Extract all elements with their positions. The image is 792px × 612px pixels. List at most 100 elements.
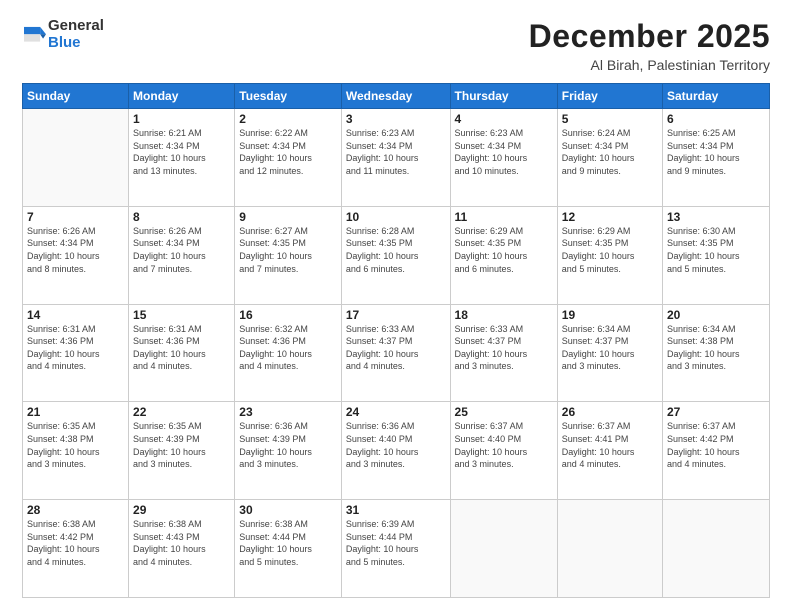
day-info: Sunrise: 6:30 AM Sunset: 4:35 PM Dayligh… bbox=[667, 225, 765, 275]
day-info: Sunrise: 6:25 AM Sunset: 4:34 PM Dayligh… bbox=[667, 127, 765, 177]
calendar-cell: 21Sunrise: 6:35 AM Sunset: 4:38 PM Dayli… bbox=[23, 402, 129, 500]
calendar-cell bbox=[663, 500, 770, 598]
calendar-cell: 18Sunrise: 6:33 AM Sunset: 4:37 PM Dayli… bbox=[450, 304, 557, 402]
day-info: Sunrise: 6:36 AM Sunset: 4:39 PM Dayligh… bbox=[239, 420, 337, 470]
week-row-3: 14Sunrise: 6:31 AM Sunset: 4:36 PM Dayli… bbox=[23, 304, 770, 402]
calendar-cell: 10Sunrise: 6:28 AM Sunset: 4:35 PM Dayli… bbox=[341, 206, 450, 304]
calendar-cell: 31Sunrise: 6:39 AM Sunset: 4:44 PM Dayli… bbox=[341, 500, 450, 598]
calendar-location: Al Birah, Palestinian Territory bbox=[529, 57, 770, 73]
day-info: Sunrise: 6:24 AM Sunset: 4:34 PM Dayligh… bbox=[562, 127, 658, 177]
calendar-cell: 19Sunrise: 6:34 AM Sunset: 4:37 PM Dayli… bbox=[557, 304, 662, 402]
day-number: 17 bbox=[346, 308, 446, 322]
calendar-cell: 9Sunrise: 6:27 AM Sunset: 4:35 PM Daylig… bbox=[235, 206, 342, 304]
title-block: December 2025 Al Birah, Palestinian Terr… bbox=[529, 18, 770, 73]
day-info: Sunrise: 6:28 AM Sunset: 4:35 PM Dayligh… bbox=[346, 225, 446, 275]
calendar-cell: 3Sunrise: 6:23 AM Sunset: 4:34 PM Daylig… bbox=[341, 109, 450, 207]
day-number: 22 bbox=[133, 405, 230, 419]
day-info: Sunrise: 6:33 AM Sunset: 4:37 PM Dayligh… bbox=[346, 323, 446, 373]
day-info: Sunrise: 6:38 AM Sunset: 4:44 PM Dayligh… bbox=[239, 518, 337, 568]
day-info: Sunrise: 6:21 AM Sunset: 4:34 PM Dayligh… bbox=[133, 127, 230, 177]
day-number: 18 bbox=[455, 308, 553, 322]
calendar-cell: 14Sunrise: 6:31 AM Sunset: 4:36 PM Dayli… bbox=[23, 304, 129, 402]
calendar-cell: 13Sunrise: 6:30 AM Sunset: 4:35 PM Dayli… bbox=[663, 206, 770, 304]
calendar-cell bbox=[450, 500, 557, 598]
day-info: Sunrise: 6:33 AM Sunset: 4:37 PM Dayligh… bbox=[455, 323, 553, 373]
day-number: 16 bbox=[239, 308, 337, 322]
day-number: 28 bbox=[27, 503, 124, 517]
calendar-cell: 11Sunrise: 6:29 AM Sunset: 4:35 PM Dayli… bbox=[450, 206, 557, 304]
logo-blue-text: Blue bbox=[48, 34, 81, 51]
week-row-2: 7Sunrise: 6:26 AM Sunset: 4:34 PM Daylig… bbox=[23, 206, 770, 304]
day-info: Sunrise: 6:37 AM Sunset: 4:41 PM Dayligh… bbox=[562, 420, 658, 470]
day-info: Sunrise: 6:23 AM Sunset: 4:34 PM Dayligh… bbox=[455, 127, 553, 177]
week-row-1: 1Sunrise: 6:21 AM Sunset: 4:34 PM Daylig… bbox=[23, 109, 770, 207]
day-number: 1 bbox=[133, 112, 230, 126]
calendar-cell: 23Sunrise: 6:36 AM Sunset: 4:39 PM Dayli… bbox=[235, 402, 342, 500]
header-friday: Friday bbox=[557, 84, 662, 109]
logo-icon bbox=[24, 24, 46, 46]
day-number: 6 bbox=[667, 112, 765, 126]
day-info: Sunrise: 6:29 AM Sunset: 4:35 PM Dayligh… bbox=[562, 225, 658, 275]
calendar-cell: 24Sunrise: 6:36 AM Sunset: 4:40 PM Dayli… bbox=[341, 402, 450, 500]
day-info: Sunrise: 6:26 AM Sunset: 4:34 PM Dayligh… bbox=[27, 225, 124, 275]
week-row-5: 28Sunrise: 6:38 AM Sunset: 4:42 PM Dayli… bbox=[23, 500, 770, 598]
day-info: Sunrise: 6:26 AM Sunset: 4:34 PM Dayligh… bbox=[133, 225, 230, 275]
day-number: 21 bbox=[27, 405, 124, 419]
day-number: 14 bbox=[27, 308, 124, 322]
calendar-table: Sunday Monday Tuesday Wednesday Thursday… bbox=[22, 83, 770, 598]
calendar-cell: 30Sunrise: 6:38 AM Sunset: 4:44 PM Dayli… bbox=[235, 500, 342, 598]
calendar-cell: 22Sunrise: 6:35 AM Sunset: 4:39 PM Dayli… bbox=[129, 402, 235, 500]
day-info: Sunrise: 6:39 AM Sunset: 4:44 PM Dayligh… bbox=[346, 518, 446, 568]
calendar-cell: 16Sunrise: 6:32 AM Sunset: 4:36 PM Dayli… bbox=[235, 304, 342, 402]
day-info: Sunrise: 6:32 AM Sunset: 4:36 PM Dayligh… bbox=[239, 323, 337, 373]
day-info: Sunrise: 6:29 AM Sunset: 4:35 PM Dayligh… bbox=[455, 225, 553, 275]
day-info: Sunrise: 6:31 AM Sunset: 4:36 PM Dayligh… bbox=[27, 323, 124, 373]
calendar-cell: 7Sunrise: 6:26 AM Sunset: 4:34 PM Daylig… bbox=[23, 206, 129, 304]
day-number: 5 bbox=[562, 112, 658, 126]
header-sunday: Sunday bbox=[23, 84, 129, 109]
calendar-cell: 20Sunrise: 6:34 AM Sunset: 4:38 PM Dayli… bbox=[663, 304, 770, 402]
logo-general-text: General bbox=[48, 17, 104, 34]
day-info: Sunrise: 6:38 AM Sunset: 4:42 PM Dayligh… bbox=[27, 518, 124, 568]
header-wednesday: Wednesday bbox=[341, 84, 450, 109]
day-number: 26 bbox=[562, 405, 658, 419]
calendar-cell: 28Sunrise: 6:38 AM Sunset: 4:42 PM Dayli… bbox=[23, 500, 129, 598]
day-info: Sunrise: 6:27 AM Sunset: 4:35 PM Dayligh… bbox=[239, 225, 337, 275]
calendar-header-row: Sunday Monday Tuesday Wednesday Thursday… bbox=[23, 84, 770, 109]
week-row-4: 21Sunrise: 6:35 AM Sunset: 4:38 PM Dayli… bbox=[23, 402, 770, 500]
day-number: 19 bbox=[562, 308, 658, 322]
day-info: Sunrise: 6:23 AM Sunset: 4:34 PM Dayligh… bbox=[346, 127, 446, 177]
day-number: 8 bbox=[133, 210, 230, 224]
logo: General Blue bbox=[22, 18, 104, 51]
day-info: Sunrise: 6:31 AM Sunset: 4:36 PM Dayligh… bbox=[133, 323, 230, 373]
calendar-cell: 25Sunrise: 6:37 AM Sunset: 4:40 PM Dayli… bbox=[450, 402, 557, 500]
calendar-title: December 2025 bbox=[529, 18, 770, 55]
day-info: Sunrise: 6:35 AM Sunset: 4:38 PM Dayligh… bbox=[27, 420, 124, 470]
day-number: 7 bbox=[27, 210, 124, 224]
calendar-cell: 27Sunrise: 6:37 AM Sunset: 4:42 PM Dayli… bbox=[663, 402, 770, 500]
calendar-cell: 6Sunrise: 6:25 AM Sunset: 4:34 PM Daylig… bbox=[663, 109, 770, 207]
day-number: 15 bbox=[133, 308, 230, 322]
header-thursday: Thursday bbox=[450, 84, 557, 109]
day-number: 12 bbox=[562, 210, 658, 224]
day-number: 2 bbox=[239, 112, 337, 126]
calendar-cell: 2Sunrise: 6:22 AM Sunset: 4:34 PM Daylig… bbox=[235, 109, 342, 207]
calendar-cell: 15Sunrise: 6:31 AM Sunset: 4:36 PM Dayli… bbox=[129, 304, 235, 402]
day-info: Sunrise: 6:36 AM Sunset: 4:40 PM Dayligh… bbox=[346, 420, 446, 470]
day-info: Sunrise: 6:37 AM Sunset: 4:42 PM Dayligh… bbox=[667, 420, 765, 470]
day-info: Sunrise: 6:34 AM Sunset: 4:38 PM Dayligh… bbox=[667, 323, 765, 373]
calendar-cell: 12Sunrise: 6:29 AM Sunset: 4:35 PM Dayli… bbox=[557, 206, 662, 304]
day-number: 10 bbox=[346, 210, 446, 224]
day-info: Sunrise: 6:22 AM Sunset: 4:34 PM Dayligh… bbox=[239, 127, 337, 177]
day-number: 27 bbox=[667, 405, 765, 419]
day-number: 29 bbox=[133, 503, 230, 517]
day-number: 30 bbox=[239, 503, 337, 517]
day-number: 4 bbox=[455, 112, 553, 126]
day-number: 9 bbox=[239, 210, 337, 224]
header-tuesday: Tuesday bbox=[235, 84, 342, 109]
day-number: 23 bbox=[239, 405, 337, 419]
calendar-cell bbox=[23, 109, 129, 207]
header-saturday: Saturday bbox=[663, 84, 770, 109]
calendar-cell: 26Sunrise: 6:37 AM Sunset: 4:41 PM Dayli… bbox=[557, 402, 662, 500]
calendar-page: General Blue December 2025 Al Birah, Pal… bbox=[0, 0, 792, 612]
